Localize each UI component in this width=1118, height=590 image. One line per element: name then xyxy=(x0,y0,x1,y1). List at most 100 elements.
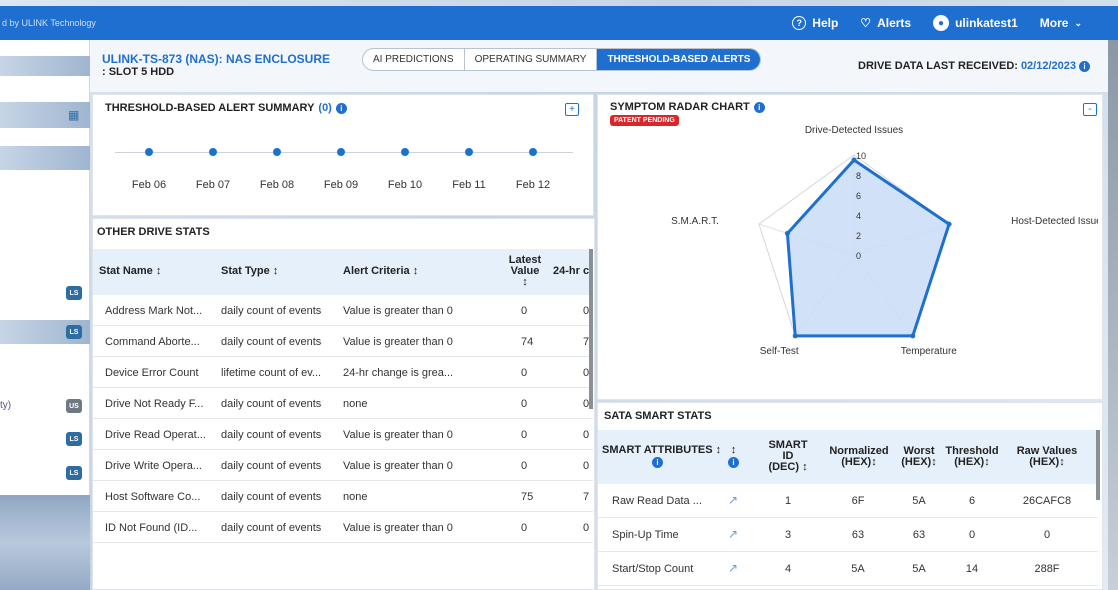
last-received-date: 02/12/2023 xyxy=(1020,60,1076,72)
timeline-date-label: Feb 08 xyxy=(259,179,295,191)
table-cell: 0 xyxy=(521,398,528,410)
radar-axis-label: Temperature xyxy=(901,346,958,357)
col-threshold[interactable]: Threshold (HEX)↕ xyxy=(944,446,1000,468)
sidebar-item-active[interactable]: ▦ xyxy=(0,102,90,128)
table-cell: daily count of events xyxy=(221,429,322,441)
trend-chart-icon[interactable]: ↗ xyxy=(728,493,738,507)
sort-icon[interactable]: ↕ xyxy=(522,276,528,288)
table-row[interactable]: Drive Write Opera... daily count of event… xyxy=(93,450,593,481)
device-name-link[interactable]: ULINK-TS-873 (NAS): NAS ENCLOSURE xyxy=(102,52,330,66)
info-icon[interactable]: i xyxy=(335,102,347,114)
col-alert-criteria[interactable]: Alert Criteria ↕ xyxy=(343,265,418,277)
trend-chart-icon[interactable]: ↗ xyxy=(728,527,738,541)
timeline-dot[interactable] xyxy=(401,148,409,156)
table-cell: daily count of events xyxy=(221,305,322,317)
alerts-link[interactable]: ♡ Alerts xyxy=(860,16,911,30)
table-cell: 0 xyxy=(583,460,590,472)
col-worst[interactable]: Worst (HEX)↕ xyxy=(898,446,940,468)
table-cell: daily count of events xyxy=(221,491,322,503)
expand-button[interactable]: + xyxy=(565,103,579,116)
table-row[interactable]: Start/Stop Count ↗ 4 5A 5A 14 288F xyxy=(598,552,1098,586)
info-icon[interactable]: i xyxy=(728,457,739,468)
timeline-dot[interactable] xyxy=(337,148,345,156)
sort-icon[interactable]: ↕ xyxy=(931,456,937,468)
col-smart-id[interactable]: SMART ID (DEC) ↕ xyxy=(766,440,810,473)
alert-summary-title: THRESHOLD-BASED ALERT SUMMARY (0) i xyxy=(105,102,347,114)
table-cell: Drive Not Ready F... xyxy=(105,398,204,410)
sort-icon[interactable]: ↕ xyxy=(713,444,722,456)
col-raw-values[interactable]: Raw Values (HEX)↕ xyxy=(1014,446,1080,468)
timeline-date-label: Feb 07 xyxy=(195,179,231,191)
tab-threshold-alerts[interactable]: THRESHOLD-BASED ALERTS xyxy=(597,49,761,70)
table-cell: Value is greater than 0 xyxy=(343,336,453,348)
brand-text: d by ULINK Technology xyxy=(2,18,96,28)
table-cell: 0 xyxy=(521,367,528,379)
sort-icon[interactable]: ↕ xyxy=(871,456,877,468)
timeline-dot[interactable] xyxy=(529,148,537,156)
timeline-dot[interactable] xyxy=(209,148,217,156)
table-row[interactable]: Drive Not Ready F... daily count of event… xyxy=(93,388,593,419)
info-icon[interactable]: i xyxy=(652,457,663,468)
table-cell: lifetime count of ev... xyxy=(221,367,322,379)
radar-data-area xyxy=(785,158,951,338)
table-cell: 0 xyxy=(521,429,528,441)
sort-icon[interactable]: ↕ xyxy=(410,265,419,277)
sort-icon[interactable]: ↕ xyxy=(802,461,808,473)
table-cell: 6 xyxy=(968,495,976,507)
col-stat-name[interactable]: Stat Name ↕ xyxy=(99,265,161,277)
sidebar-item[interactable] xyxy=(0,146,90,170)
user-avatar-icon: ● xyxy=(933,15,950,31)
col-normalized[interactable]: Normalized (HEX)↕ xyxy=(826,446,892,468)
col-24hr-change[interactable]: 24-hr c xyxy=(553,265,589,277)
radar-axis-label: Self-Test xyxy=(760,346,799,357)
table-cell: ID Not Found (ID... xyxy=(105,522,198,534)
table-cell: 5A xyxy=(912,495,926,507)
col-latest-value[interactable]: Latest Value ↕ xyxy=(505,255,545,288)
help-icon: ? xyxy=(792,16,807,30)
help-link[interactable]: ? Help xyxy=(792,16,838,30)
table-cell: 14 xyxy=(965,563,979,575)
scrollbar[interactable] xyxy=(1096,430,1100,500)
radar-tick-label: 8 xyxy=(856,171,861,181)
grid-icon[interactable]: ▦ xyxy=(68,108,79,122)
sort-icon[interactable]: ↕ xyxy=(984,456,990,468)
more-menu[interactable]: More ⌄ xyxy=(1040,16,1082,30)
sort-icon[interactable]: ↕ xyxy=(270,265,279,277)
ls-badge: LS xyxy=(66,432,82,446)
user-menu[interactable]: ● ulinkatest1 xyxy=(933,15,1018,31)
timeline-dot[interactable] xyxy=(145,148,153,156)
table-row[interactable]: Drive Read Operat... daily count of event… xyxy=(93,419,593,450)
col-trend[interactable]: ↕ i xyxy=(728,444,739,468)
radar-tick-label: 10 xyxy=(856,151,866,161)
tab-operating-summary[interactable]: OPERATING SUMMARY xyxy=(465,49,598,70)
table-cell: none xyxy=(343,491,368,503)
table-row[interactable]: Address Mark Not... daily count of events… xyxy=(93,295,593,326)
other-stats-header: Stat Name ↕ Stat Type ↕ Alert Criteria ↕… xyxy=(93,249,593,295)
background-area xyxy=(0,495,90,590)
timeline-dot[interactable] xyxy=(273,148,281,156)
table-row[interactable]: Command Aborte... daily count of events Va… xyxy=(93,326,593,357)
table-cell: Value is greater than 0 xyxy=(343,522,453,534)
smart-attribute-name: Spin-Up Time xyxy=(612,529,679,541)
table-cell: 5A xyxy=(851,563,865,575)
table-row[interactable]: Host Software Co... daily count of events… xyxy=(93,481,593,512)
info-icon[interactable]: i xyxy=(1079,60,1090,72)
col-stat-type[interactable]: Stat Type ↕ xyxy=(221,265,278,277)
trend-chart-icon[interactable]: ↗ xyxy=(728,561,738,575)
table-row[interactable]: Spin-Up Time ↗ 3 63 63 0 0 xyxy=(598,518,1098,552)
radar-panel: SYMPTOM RADAR CHART i PATENT PENDING - 0… xyxy=(597,94,1103,400)
col-smart-attributes[interactable]: SMART ATTRIBUTES ↕ i xyxy=(602,444,721,468)
sort-icon[interactable]: ↕ xyxy=(731,444,737,456)
radar-point xyxy=(784,230,790,236)
timeline-dot[interactable] xyxy=(465,148,473,156)
table-cell: 0 xyxy=(583,429,590,441)
table-row[interactable]: Raw Read Data ... ↗ 1 6F 5A 6 26CAFC8 xyxy=(598,484,1098,518)
tab-ai-predictions[interactable]: AI PREDICTIONS xyxy=(363,49,465,70)
table-row[interactable]: Device Error Count lifetime count of ev..… xyxy=(93,357,593,388)
bell-icon: ♡ xyxy=(860,16,872,30)
table-cell: 26CAFC8 xyxy=(1022,495,1072,507)
sort-icon[interactable]: ↕ xyxy=(1059,456,1065,468)
sort-icon[interactable]: ↕ xyxy=(153,265,162,277)
scrollbar[interactable] xyxy=(589,249,593,409)
table-row[interactable]: ID Not Found (ID... daily count of events… xyxy=(93,512,593,543)
